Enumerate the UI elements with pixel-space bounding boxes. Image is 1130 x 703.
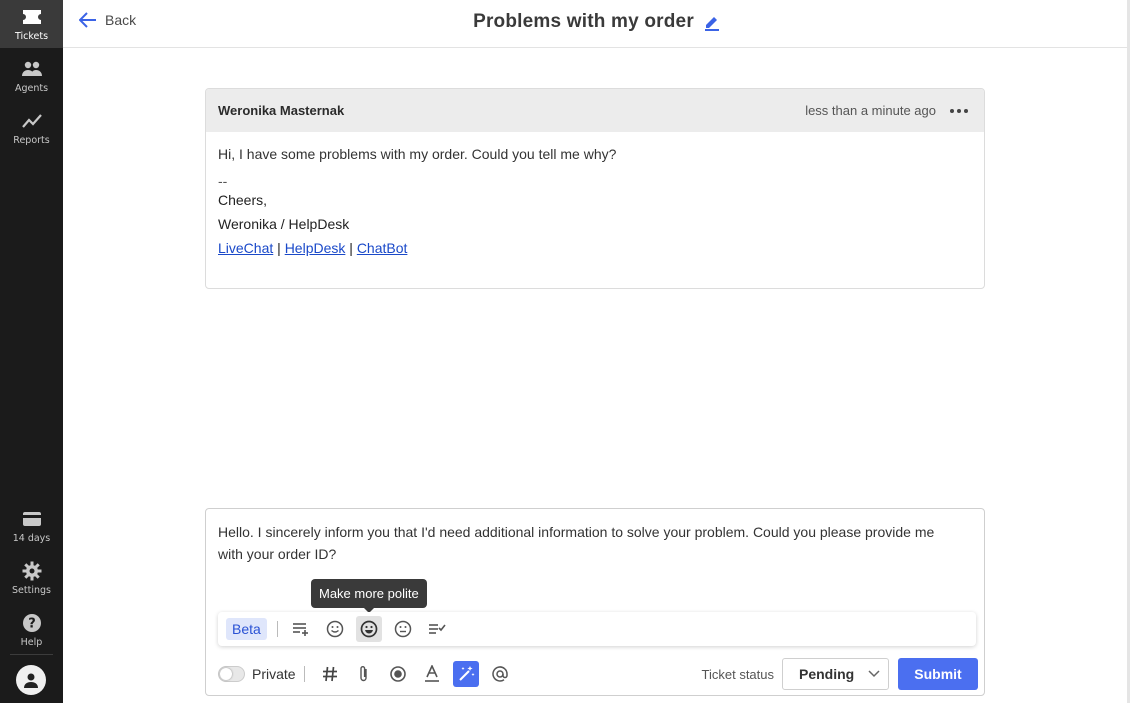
- message-card: Weronika Masternak less than a minute ag…: [205, 88, 985, 289]
- chevron-down-icon: [868, 670, 880, 678]
- toolbar-divider: [276, 621, 278, 637]
- gear-icon: [21, 560, 43, 582]
- ai-toolbar: Beta: [218, 612, 976, 646]
- avatar[interactable]: [16, 665, 46, 695]
- record-button[interactable]: [385, 661, 411, 687]
- link-helpdesk[interactable]: HelpDesk: [285, 240, 346, 256]
- at-sign-icon: [491, 666, 508, 682]
- hashtag-icon: [322, 666, 337, 682]
- private-toggle[interactable]: [218, 666, 245, 682]
- font-color-icon: [424, 665, 439, 682]
- svg-text:?: ?: [28, 617, 36, 632]
- text-add-icon: [292, 623, 308, 636]
- sidebar-item-help[interactable]: ? Help: [0, 606, 63, 654]
- signature-links: LiveChat | HelpDesk | ChatBot: [218, 236, 972, 260]
- title-wrap: Problems with my order: [63, 11, 1130, 33]
- sidebar: Tickets Agents Reports 14 days Settings …: [0, 0, 63, 703]
- sidebar-item-agents[interactable]: Agents: [0, 52, 63, 100]
- beta-badge: Beta: [226, 618, 267, 640]
- sidebar-item-settings[interactable]: Settings: [0, 554, 63, 602]
- polite-smile-icon: [360, 620, 378, 638]
- message-body: Hi, I have some problems with my order. …: [206, 132, 984, 274]
- header: Back Problems with my order: [63, 0, 1130, 48]
- sidebar-item-label: Tickets: [14, 31, 49, 42]
- make-polite-button[interactable]: [355, 616, 382, 642]
- tickets-icon: [21, 6, 43, 28]
- text-check-icon: [428, 624, 446, 634]
- reports-icon: [21, 110, 43, 132]
- smile-icon: [326, 620, 344, 638]
- link-separator: |: [349, 240, 353, 256]
- signature-dash: --: [218, 173, 228, 189]
- link-chatbot[interactable]: ChatBot: [357, 240, 408, 256]
- paperclip-icon: [359, 666, 367, 682]
- private-label: Private: [252, 666, 296, 682]
- sidebar-item-label: Agents: [14, 83, 49, 94]
- message-signature: -- Cheers, Weronika / HelpDesk LiveChat …: [218, 174, 972, 260]
- sidebar-item-label: Reports: [13, 135, 50, 146]
- ai-assist-button[interactable]: [452, 661, 479, 687]
- pencil-icon[interactable]: [704, 13, 720, 31]
- neutral-face-icon: [394, 620, 412, 638]
- tag-button[interactable]: [317, 661, 343, 687]
- user-icon: [24, 673, 38, 688]
- tooltip: Make more polite: [311, 579, 427, 613]
- text-format-button[interactable]: [419, 661, 445, 687]
- more-options-icon[interactable]: [946, 105, 972, 117]
- agents-icon: [21, 58, 43, 80]
- reply-input[interactable]: Hello. I sincerely inform you that I'd n…: [218, 521, 958, 565]
- attach-button[interactable]: [351, 661, 377, 687]
- sidebar-item-reports[interactable]: Reports: [0, 104, 63, 152]
- submit-button[interactable]: Submit: [898, 658, 978, 690]
- message-time: less than a minute ago: [805, 103, 936, 118]
- ticket-status-label: Ticket status: [701, 666, 774, 682]
- signature-line: Weronika / HelpDesk: [218, 216, 350, 232]
- friendly-tone-button[interactable]: [322, 616, 348, 642]
- trial-card-icon: [21, 508, 43, 530]
- message-header: Weronika Masternak less than a minute ag…: [206, 89, 984, 132]
- signature-line: Cheers,: [218, 192, 268, 208]
- ticket-status-select[interactable]: Pending: [782, 658, 889, 690]
- sidebar-item-tickets[interactable]: Tickets: [0, 0, 63, 48]
- mention-button[interactable]: [487, 661, 513, 687]
- record-icon: [389, 666, 406, 682]
- expand-text-button[interactable]: [288, 616, 314, 642]
- ticket-status-value: Pending: [799, 666, 855, 682]
- neutral-tone-button[interactable]: [390, 616, 416, 642]
- magic-wand-icon: [458, 666, 475, 681]
- link-livechat[interactable]: LiveChat: [218, 240, 273, 256]
- composer-footer: Private Ticket status Pending Submit: [218, 658, 978, 690]
- link-separator: |: [277, 240, 281, 256]
- message-author: Weronika Masternak: [218, 103, 345, 118]
- sidebar-divider: [10, 654, 53, 655]
- grammar-check-button[interactable]: [424, 616, 450, 642]
- message-text: Hi, I have some problems with my order. …: [218, 146, 617, 162]
- sidebar-item-trial[interactable]: 14 days: [0, 502, 63, 550]
- sidebar-item-label: 14 days: [12, 533, 51, 544]
- sidebar-item-label: Help: [20, 637, 43, 648]
- reply-composer[interactable]: Hello. I sincerely inform you that I'd n…: [205, 508, 985, 696]
- footer-divider: [303, 666, 305, 682]
- sidebar-item-label: Settings: [12, 585, 51, 596]
- page-title: Problems with my order: [473, 11, 694, 32]
- help-icon: ?: [21, 612, 43, 634]
